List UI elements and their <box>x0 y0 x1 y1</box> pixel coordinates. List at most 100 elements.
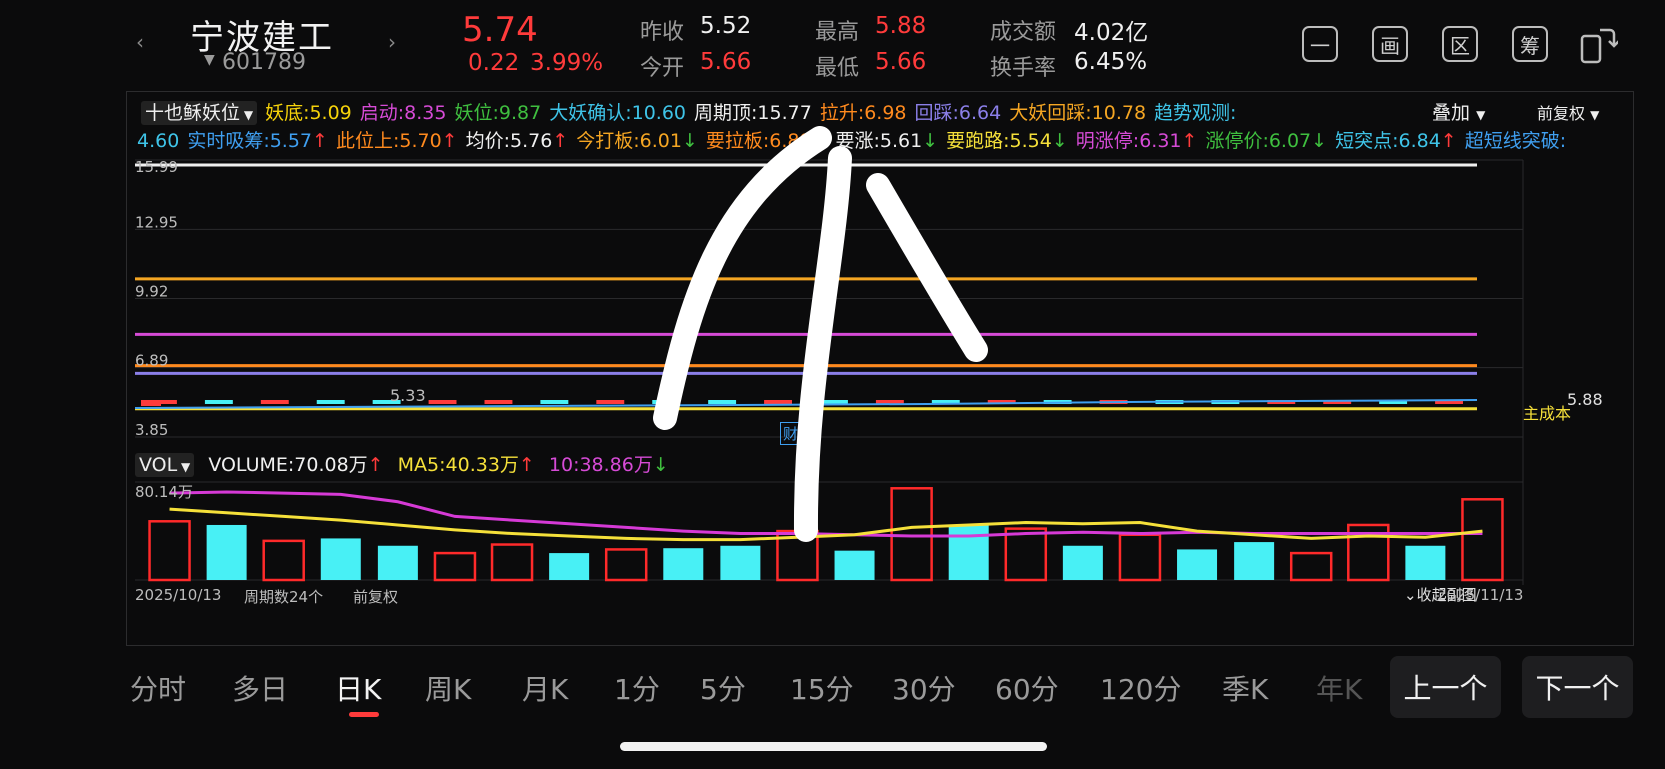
ma10-value: 10:38.86万↓ <box>548 454 669 476</box>
left-edge-marker <box>141 400 161 406</box>
price-y-tick: 3.85 <box>135 421 168 439</box>
prev-close-label: 昨收 <box>640 20 685 45</box>
chip-distribution-icon[interactable]: 筹 <box>1512 26 1548 62</box>
earnings-event-badge[interactable]: 财 <box>780 422 802 445</box>
open-value: 5.66 <box>700 49 752 75</box>
range-stats-icon[interactable]: 区 <box>1442 26 1478 62</box>
change-percent: 3.99% <box>530 50 604 76</box>
volume-bar <box>604 548 648 582</box>
timeframe-tab[interactable]: 周K <box>425 668 471 708</box>
volume-bar <box>262 539 305 582</box>
prev-stock-button[interactable]: 上一个 <box>1390 656 1501 718</box>
amount-value: 4.02亿 <box>1074 20 1149 46</box>
drawing-tool-icon[interactable]: 画 <box>1372 26 1408 62</box>
start-date: 2025/10/13 <box>135 586 222 604</box>
stock-code: 601789 <box>222 50 306 75</box>
volume-bar <box>663 548 704 580</box>
volume-bar <box>490 543 534 582</box>
timeframe-tab[interactable]: 年K <box>1316 668 1362 708</box>
line-draw-icon[interactable]: 一 <box>1302 26 1338 62</box>
timeframe-tab[interactable]: 60分 <box>995 668 1059 708</box>
turnover-label: 换手率 <box>990 56 1057 81</box>
volume-bar <box>320 538 361 580</box>
timeframe-tab[interactable]: 季K <box>1222 668 1268 708</box>
volume-bar <box>1062 545 1103 580</box>
volume-bar <box>1234 542 1275 580</box>
volume-bar <box>433 551 477 582</box>
price-y-tick: 9.92 <box>135 283 168 301</box>
volume-selector-label: VOL <box>139 454 178 476</box>
next-stock-button[interactable]: 下一个 <box>1522 656 1633 718</box>
volume-value: VOLUME:70.08万↑ <box>208 454 384 476</box>
price-y-tick: 15.99 <box>135 158 178 176</box>
volume-bar <box>206 524 247 580</box>
code-dropdown-icon[interactable]: ▼ <box>204 52 215 68</box>
candle <box>652 400 681 404</box>
high-value: 5.88 <box>875 13 927 39</box>
volume-selector[interactable]: VOL ▼ <box>135 453 195 477</box>
volume-bar <box>720 545 761 580</box>
period-count: 周期数24个 <box>244 588 324 606</box>
volume-bar <box>1289 551 1333 582</box>
volume-max-tick: 80.14万 <box>135 483 193 501</box>
chevron-down-icon: ▼ <box>177 460 191 474</box>
timeframe-tab[interactable]: 1分 <box>614 668 660 708</box>
amount-label: 成交额 <box>990 20 1057 45</box>
main-cost-label: 主成本 <box>1523 404 1572 423</box>
volume-bar <box>1405 545 1446 580</box>
candle <box>540 400 569 404</box>
timeframe-tab[interactable]: 日K <box>335 668 381 708</box>
prev-close-value: 5.52 <box>700 13 752 39</box>
low-price-label: 5.33 <box>390 386 426 405</box>
timeframe-tab[interactable]: 15分 <box>790 668 854 708</box>
chevron-down-icon: ⌄ <box>1404 586 1417 604</box>
timeframe-tab[interactable]: 30分 <box>892 668 956 708</box>
high-label: 最高 <box>815 20 860 45</box>
end-date: 2025/11/13 <box>1437 586 1524 604</box>
timeframe-tab[interactable]: 120分 <box>1100 668 1181 708</box>
volume-bar <box>1177 549 1218 580</box>
volume-bar <box>377 545 418 580</box>
volume-bar <box>1118 533 1162 582</box>
candle <box>820 400 848 404</box>
timeframe-tab[interactable]: 5分 <box>700 668 746 708</box>
candle <box>260 400 289 404</box>
current-price: 5.74 <box>462 10 538 50</box>
ma10-line <box>169 490 1483 538</box>
candle <box>428 400 457 404</box>
timeframe-tab[interactable]: 分时 <box>130 668 186 708</box>
candle <box>484 400 513 404</box>
price-chart[interactable]: 15.99 12.95 9.92 6.89 3.85 <box>127 92 1633 645</box>
high-price-label: 5.88 <box>1567 390 1603 409</box>
timeframe-tab[interactable]: 多日 <box>232 668 288 708</box>
ma5-line <box>169 507 1483 542</box>
low-value: 5.66 <box>875 49 927 75</box>
volume-bar <box>890 487 933 582</box>
change-amount: 0.22 <box>468 50 520 76</box>
volume-bar <box>549 553 590 580</box>
home-indicator[interactable] <box>620 742 1047 751</box>
turnover-value: 6.45% <box>1074 49 1148 75</box>
candle <box>316 400 345 404</box>
next-stock-arrow[interactable]: › <box>388 30 396 54</box>
candle <box>596 400 625 404</box>
rotate-screen-icon[interactable] <box>1578 24 1620 64</box>
volume-bar <box>1004 527 1048 582</box>
candle <box>204 400 233 404</box>
ma5-value: MA5:40.33万↑ <box>397 454 535 476</box>
price-y-tick: 12.95 <box>135 213 178 231</box>
footer-adjust: 前复权 <box>353 588 399 606</box>
candle <box>764 400 792 404</box>
price-y-tick: 6.89 <box>135 352 168 370</box>
volume-bar <box>148 520 191 582</box>
active-tab-indicator <box>349 712 379 717</box>
volume-bar <box>1461 498 1504 582</box>
timeframe-tab[interactable]: 月K <box>522 668 568 708</box>
prev-stock-arrow[interactable]: ‹ <box>136 30 144 54</box>
chart-panel[interactable]: 十也稣妖位 ▼ 妖底:5.09 启动:8.35 妖位:9.87 大妖确认:10.60 周期… <box>126 91 1634 646</box>
candle <box>708 400 737 404</box>
low-label: 最低 <box>815 56 860 81</box>
volume-bar <box>948 524 989 580</box>
open-label: 今开 <box>640 56 685 81</box>
volume-bar <box>834 550 875 580</box>
